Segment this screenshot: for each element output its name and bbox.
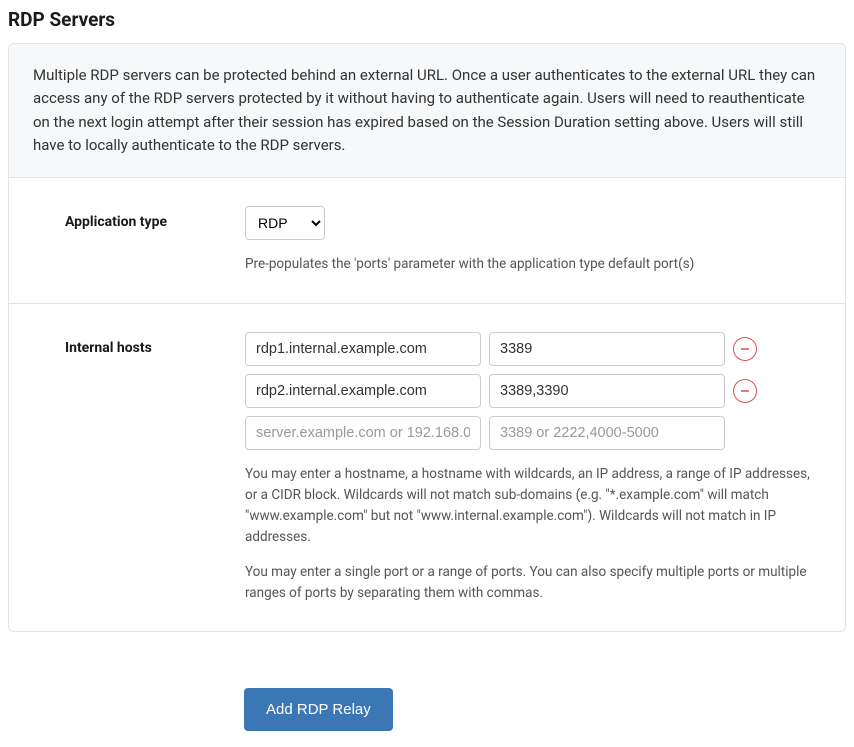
- internal-hosts-help-2: You may enter a single port or a range o…: [245, 562, 821, 604]
- internal-hosts-help-1: You may enter a hostname, a hostname wit…: [245, 464, 821, 548]
- page-title: RDP Servers: [8, 8, 846, 31]
- rdp-servers-panel: Multiple RDP servers can be protected be…: [8, 43, 846, 632]
- host-input[interactable]: [245, 416, 481, 450]
- host-input[interactable]: [245, 374, 481, 408]
- minus-icon: [739, 343, 751, 355]
- internal-hosts-section: Internal hosts You may enter a: [9, 303, 845, 632]
- application-type-select[interactable]: RDP: [245, 206, 325, 240]
- application-type-content: RDP Pre-populates the 'ports' parameter …: [245, 206, 821, 275]
- internal-hosts-label: Internal hosts: [65, 332, 245, 356]
- internal-hosts-content: You may enter a hostname, a hostname wit…: [245, 332, 821, 604]
- application-type-help: Pre-populates the 'ports' parameter with…: [245, 254, 821, 275]
- port-input[interactable]: [489, 416, 725, 450]
- port-input[interactable]: [489, 332, 725, 366]
- minus-icon: [739, 385, 751, 397]
- form-footer: Add RDP Relay: [8, 632, 846, 739]
- application-type-label: Application type: [65, 206, 245, 230]
- host-row-empty: [245, 416, 821, 450]
- add-rdp-relay-button[interactable]: Add RDP Relay: [244, 688, 393, 731]
- host-input[interactable]: [245, 332, 481, 366]
- application-type-section: Application type RDP Pre-populates the '…: [9, 178, 845, 303]
- host-row: [245, 332, 821, 366]
- port-input[interactable]: [489, 374, 725, 408]
- remove-host-button[interactable]: [733, 337, 757, 361]
- remove-host-button[interactable]: [733, 379, 757, 403]
- host-row: [245, 374, 821, 408]
- panel-description: Multiple RDP servers can be protected be…: [9, 44, 845, 178]
